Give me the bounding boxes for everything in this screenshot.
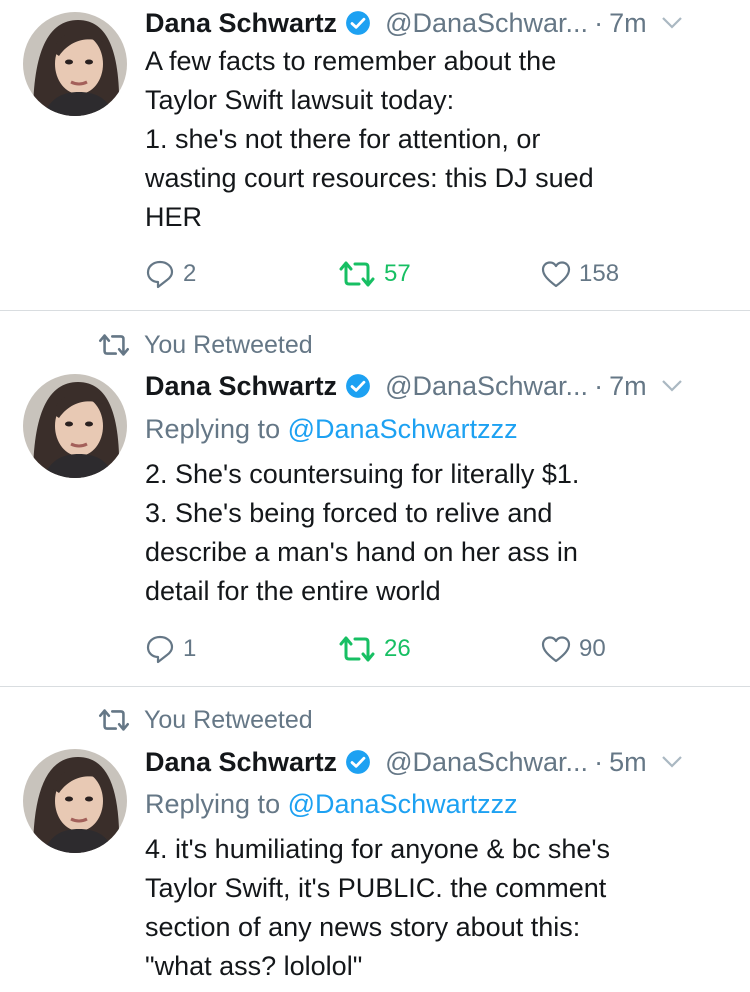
tweet-text-line: 4. it's humiliating for anyone & bc she'… (145, 834, 611, 864)
author-name[interactable]: Dana Schwartz (145, 747, 337, 778)
tweet-text-line: "what ass? lololol" (145, 951, 363, 981)
tweet-text-line: section of any news story about this: (145, 912, 581, 942)
tweet-text-line: wasting court resources: this DJ sued (145, 163, 594, 193)
separator-dot: · (594, 7, 604, 38)
like-count: 90 (579, 635, 606, 662)
retweeted-indicator: You Retweeted (96, 704, 313, 736)
retweet-icon (339, 261, 375, 287)
verified-badge-icon (346, 374, 370, 398)
retweeted-label: You Retweeted (144, 330, 313, 359)
timestamp[interactable]: 7m (609, 371, 647, 402)
verified-badge-icon (346, 11, 370, 35)
tweet-text: 4. it's humiliating for anyone & bc she'… (145, 830, 730, 986)
tweet-header: Dana Schwartz @DanaSchwar... · 7m (145, 6, 730, 40)
verified-badge-icon (346, 750, 370, 774)
avatar[interactable] (23, 749, 127, 853)
heart-icon (541, 261, 571, 288)
chevron-down-icon[interactable] (661, 16, 683, 30)
replying-to: Replying to @DanaSchwartzzz (145, 787, 518, 821)
separator-dot: · (594, 370, 604, 401)
replying-to-label: Replying to (145, 789, 281, 819)
replying-to-mention[interactable]: @DanaSchwartzzz (288, 789, 518, 819)
tweet-header: Dana Schwartz @DanaSchwar... · 5m (145, 745, 730, 779)
author-handle[interactable]: @DanaSchwar... (385, 371, 588, 402)
tweet-text: 2. She's countersuing for literally $1. … (145, 455, 730, 611)
avatar[interactable] (23, 374, 127, 478)
tweet-text-line: describe a man's hand on her ass in (145, 537, 578, 567)
retweet-icon (339, 636, 375, 662)
chevron-down-icon[interactable] (661, 379, 683, 393)
tweet-text-line: A few facts to remember about the (145, 46, 557, 76)
author-handle[interactable]: @DanaSchwar... (385, 747, 588, 778)
retweet-button[interactable]: 57 (338, 258, 411, 290)
reply-button[interactable]: 2 (145, 258, 196, 290)
author-name[interactable]: Dana Schwartz (145, 8, 337, 39)
reply-icon (146, 635, 174, 664)
chevron-down-icon[interactable] (661, 755, 683, 769)
reply-button[interactable]: 1 (145, 633, 196, 665)
avatar-image (23, 12, 127, 116)
author-name[interactable]: Dana Schwartz (145, 371, 337, 402)
like-button[interactable]: 90 (541, 633, 606, 665)
retweeted-indicator: You Retweeted (96, 329, 313, 361)
tweet-text-line: 1. she's not there for attention, or (145, 124, 541, 154)
replying-to-mention[interactable]: @DanaSchwartzzz (288, 414, 518, 444)
retweet-count: 57 (384, 260, 411, 287)
tweet-text-line: Taylor Swift lawsuit today: (145, 85, 455, 115)
avatar-image (23, 374, 127, 478)
retweet-icon (98, 709, 129, 731)
retweeted-label: You Retweeted (144, 705, 313, 734)
replying-to: Replying to @DanaSchwartzzz (145, 412, 518, 446)
tweet-actions: 2 57 158 (0, 258, 750, 290)
like-count: 158 (579, 260, 620, 287)
timestamp[interactable]: 7m (609, 8, 647, 39)
retweet-button[interactable]: 26 (338, 633, 411, 665)
separator-dot: · (594, 746, 604, 777)
timestamp[interactable]: 5m (609, 747, 647, 778)
tweet-text-line: 2. She's countersuing for literally $1. (145, 459, 580, 489)
tweet-actions: 1 26 90 (0, 633, 750, 665)
tweet-text-line: HER (145, 202, 203, 232)
tweet-text-line: Taylor Swift, it's PUBLIC. the comment (145, 873, 607, 903)
author-handle[interactable]: @DanaSchwar... (385, 8, 588, 39)
reply-icon (146, 260, 174, 289)
avatar[interactable] (23, 12, 127, 116)
tweet-divider (0, 686, 750, 687)
tweet-text-line: detail for the entire world (145, 576, 441, 606)
retweet-icon (98, 334, 129, 356)
tweet-text: A few facts to remember about the Taylor… (145, 42, 730, 237)
like-button[interactable]: 158 (541, 258, 619, 290)
avatar-image (23, 749, 127, 853)
tweet-header: Dana Schwartz @DanaSchwar... · 7m (145, 369, 730, 403)
replying-to-label: Replying to (145, 414, 281, 444)
reply-count: 2 (183, 260, 197, 287)
retweet-count: 26 (384, 635, 411, 662)
tweet-divider (0, 310, 750, 311)
tweet-text-line: 3. She's being forced to relive and (145, 498, 553, 528)
heart-icon (541, 636, 571, 663)
timeline: Dana Schwartz @DanaSchwar... · 7m A few … (0, 0, 750, 992)
reply-count: 1 (183, 635, 197, 662)
